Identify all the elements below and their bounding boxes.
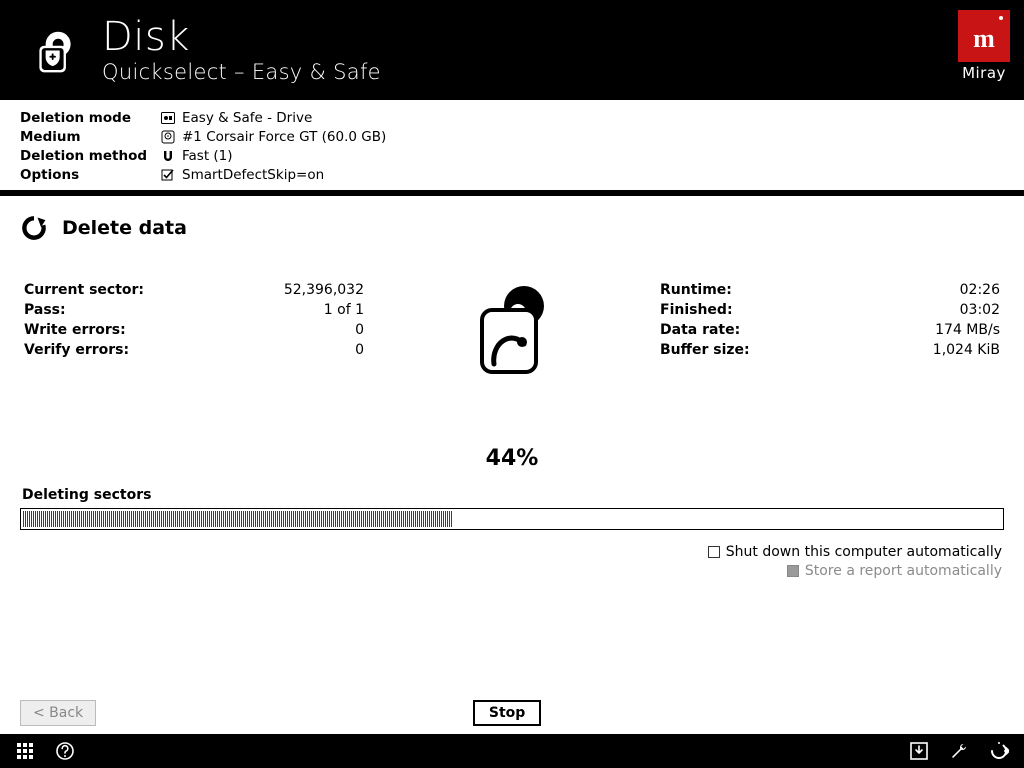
options-value: SmartDefectSkip=on: [182, 167, 324, 183]
deletion-method-label: Deletion method: [20, 148, 160, 164]
current-sector-value: 52,396,032: [284, 282, 364, 302]
checkbox-disabled-icon: [787, 565, 799, 577]
runtime-label: Runtime:: [660, 282, 732, 302]
options-label: Options: [20, 167, 160, 183]
runtime-value: 02:26: [960, 282, 1000, 302]
checkbox-unchecked-icon[interactable]: [708, 546, 720, 558]
data-rate-label: Data rate:: [660, 322, 740, 342]
config-summary: Deletion mode Easy & Safe - Drive Medium…: [0, 100, 1024, 190]
stats-right: Runtime: 02:26 Finished: 03:02 Data rate: 1…: [660, 282, 1000, 378]
deletion-mode-label: Deletion mode: [20, 110, 160, 126]
disk-icon: [160, 130, 176, 144]
progress-bar: [20, 508, 1004, 530]
current-sector-label: Current sector:: [24, 282, 144, 302]
buffer-size-label: Buffer size:: [660, 342, 750, 362]
tools-icon[interactable]: [948, 740, 970, 762]
deletion-mode-value: Easy & Safe - Drive: [182, 110, 312, 126]
buffer-size-value: 1,024 KiB: [933, 342, 1000, 362]
medium-value: #1 Corsair Force GT (60.0 GB): [182, 129, 386, 145]
shutdown-option[interactable]: Shut down this computer automatically: [0, 542, 1002, 561]
write-errors-value: 0: [355, 322, 364, 342]
magnet-icon: [160, 149, 176, 163]
brand-name: Miray: [958, 64, 1010, 82]
brand-logo: m Miray: [958, 10, 1010, 82]
shutdown-option-label: Shut down this computer automatically: [726, 544, 1002, 560]
app-title: Disk: [102, 16, 381, 58]
pass-label: Pass:: [24, 302, 66, 322]
progress-fill: [23, 511, 453, 527]
stats-left: Current sector: 52,396,032 Pass: 1 of 1 Wr…: [24, 282, 364, 378]
power-icon[interactable]: [988, 740, 1010, 762]
footer-bar: [0, 734, 1024, 768]
write-errors-label: Write errors:: [24, 322, 126, 342]
stats-area: Current sector: 52,396,032 Pass: 1 of 1 Wr…: [0, 248, 1024, 388]
deletion-method-value: Fast (1): [182, 148, 233, 164]
post-options: Shut down this computer automatically St…: [0, 530, 1024, 580]
report-option-label: Store a report automatically: [805, 563, 1002, 579]
report-option: Store a report automatically: [0, 561, 1002, 580]
section-title: Delete data: [62, 217, 187, 239]
import-icon[interactable]: [908, 740, 930, 762]
pass-value: 1 of 1: [324, 302, 364, 322]
back-button[interactable]: < Back: [20, 700, 96, 726]
stop-button[interactable]: Stop: [473, 700, 541, 726]
help-icon[interactable]: [54, 740, 76, 762]
button-row: < Back Stop: [0, 700, 1024, 726]
verify-errors-value: 0: [355, 342, 364, 362]
app-header: Disk Quickselect – Easy & Safe m Miray: [0, 0, 1024, 100]
finished-label: Finished:: [660, 302, 733, 322]
section-heading: Delete data: [0, 196, 1024, 248]
refresh-icon: [20, 214, 48, 242]
checkbox-icon: [160, 168, 176, 182]
disk-shield-icon: [30, 27, 80, 77]
drive-mode-icon: [160, 112, 176, 124]
medium-label: Medium: [20, 129, 160, 145]
data-rate-value: 174 MB/s: [935, 322, 1000, 342]
progress-action-label: Deleting sectors: [22, 487, 1024, 503]
progress-percent: 44%: [0, 446, 1024, 471]
apps-grid-icon[interactable]: [14, 740, 36, 762]
app-subtitle: Quickselect – Easy & Safe: [102, 60, 381, 84]
finished-value: 03:02: [960, 302, 1000, 322]
verify-errors-label: Verify errors:: [24, 342, 129, 362]
operation-icon: [364, 282, 660, 378]
header-title-block: Disk Quickselect – Easy & Safe: [102, 16, 381, 84]
